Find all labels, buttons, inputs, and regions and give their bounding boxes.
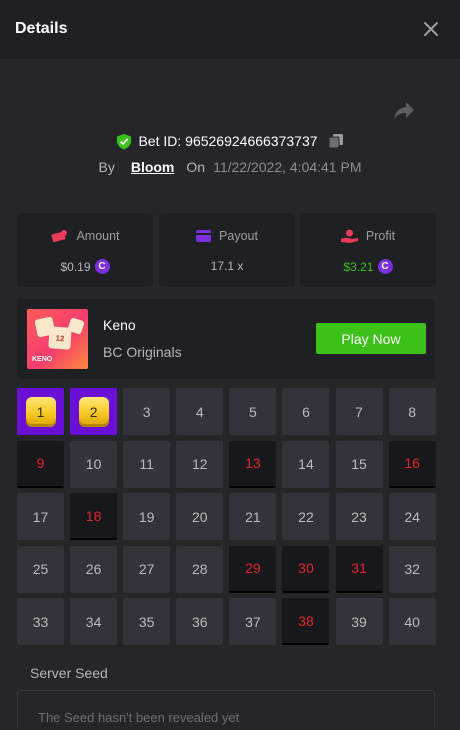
payout-value: 17.1 x	[210, 259, 244, 273]
by-label: By	[98, 159, 115, 175]
keno-cell: 8	[388, 388, 436, 435]
card-icon	[196, 230, 212, 242]
keno-cell-selected: 2	[70, 388, 118, 435]
keno-gem: 1	[25, 396, 56, 427]
keno-cell-hit: 9	[17, 440, 64, 488]
share-icon[interactable]	[392, 100, 416, 122]
keno-cell: 5	[229, 388, 277, 435]
amount-value: $0.19	[60, 259, 91, 274]
payout-label: Payout	[219, 229, 258, 243]
keno-cell: 24	[388, 493, 436, 540]
keno-cell-hit: 29	[229, 545, 277, 593]
game-name[interactable]: Keno	[103, 317, 136, 333]
keno-cell-hit: 30	[282, 545, 330, 593]
keno-cell-hit: 18	[70, 493, 118, 540]
amount-card: Amount $0.19 C	[17, 213, 153, 287]
keno-cell-hit: 13	[229, 440, 277, 488]
shield-check-icon	[117, 133, 132, 149]
keno-cell: 21	[229, 493, 277, 540]
game-provider: BC Originals	[103, 344, 182, 360]
keno-cell: 26	[70, 545, 118, 593]
keno-cell: 39	[335, 598, 383, 645]
money-icon	[51, 230, 68, 243]
copy-icon[interactable]	[328, 133, 344, 149]
keno-cell: 33	[17, 598, 64, 645]
bet-timestamp: 11/22/2022, 4:04:41 PM	[213, 159, 362, 175]
keno-cell: 4	[176, 388, 224, 435]
profit-card: Profit $3.21 C	[300, 213, 436, 287]
server-seed-title: Server Seed	[30, 665, 108, 681]
keno-cell: 36	[176, 598, 224, 645]
details-header: Details	[0, 0, 460, 59]
keno-cell: 12	[176, 440, 224, 488]
keno-thumbnail[interactable]: 12 KENO	[27, 309, 88, 369]
keno-cell: 11	[123, 440, 171, 488]
game-card: 12 KENO Keno BC Originals Play Now	[17, 299, 435, 379]
server-seed-text: The Seed hasn't been revealed yet	[38, 710, 240, 725]
keno-cell: 25	[17, 545, 64, 593]
keno-cell: 7	[335, 388, 383, 435]
keno-gem: 2	[78, 396, 109, 427]
thumb-label: KENO	[32, 356, 53, 363]
keno-cell: 28	[176, 545, 224, 593]
bc-coin-icon: C	[94, 259, 110, 274]
profit-value: $3.21	[343, 259, 374, 274]
payout-card: Payout 17.1 x	[159, 213, 295, 287]
keno-board: 1 2 3 4 5 6 7 8 9 10 11 12 13 14 15 16 17 18 19 20 21 22 23 24 2…	[17, 388, 436, 645]
keno-cell: 37	[229, 598, 277, 645]
keno-cell: 40	[388, 598, 436, 645]
keno-cell: 3	[123, 388, 171, 435]
keno-cell-hit: 16	[388, 440, 436, 488]
bc-coin-icon: C	[377, 259, 393, 274]
keno-cell-selected: 1	[17, 388, 64, 435]
keno-cell: 23	[335, 493, 383, 540]
keno-cell: 35	[123, 598, 171, 645]
hand-coin-icon	[340, 229, 358, 243]
keno-cell-hit: 31	[335, 545, 383, 593]
keno-cell: 15	[335, 440, 383, 488]
keno-cell: 20	[176, 493, 224, 540]
keno-cell: 19	[123, 493, 171, 540]
keno-cell: 22	[282, 493, 330, 540]
bet-meta-row: By Bloom On 11/22/2022, 4:04:41 PM	[0, 158, 460, 176]
on-label: On	[186, 159, 206, 175]
amount-label: Amount	[76, 229, 120, 243]
keno-cell: 14	[282, 440, 330, 488]
bet-id: Bet ID: 96526924666373737	[138, 133, 318, 149]
keno-cell: 34	[70, 598, 118, 645]
profit-label: Profit	[365, 229, 396, 243]
bet-id-row: Bet ID: 96526924666373737	[0, 131, 460, 151]
close-icon[interactable]	[422, 20, 440, 38]
keno-cell: 10	[70, 440, 118, 488]
keno-cell-hit: 38	[282, 598, 330, 645]
keno-cell: 27	[123, 545, 171, 593]
keno-cell: 17	[17, 493, 64, 540]
play-now-button[interactable]: Play Now	[316, 323, 426, 354]
user-link[interactable]: Bloom	[131, 159, 175, 175]
keno-cell: 6	[282, 388, 330, 435]
keno-cell: 32	[388, 545, 436, 593]
page-title: Details	[15, 20, 68, 37]
